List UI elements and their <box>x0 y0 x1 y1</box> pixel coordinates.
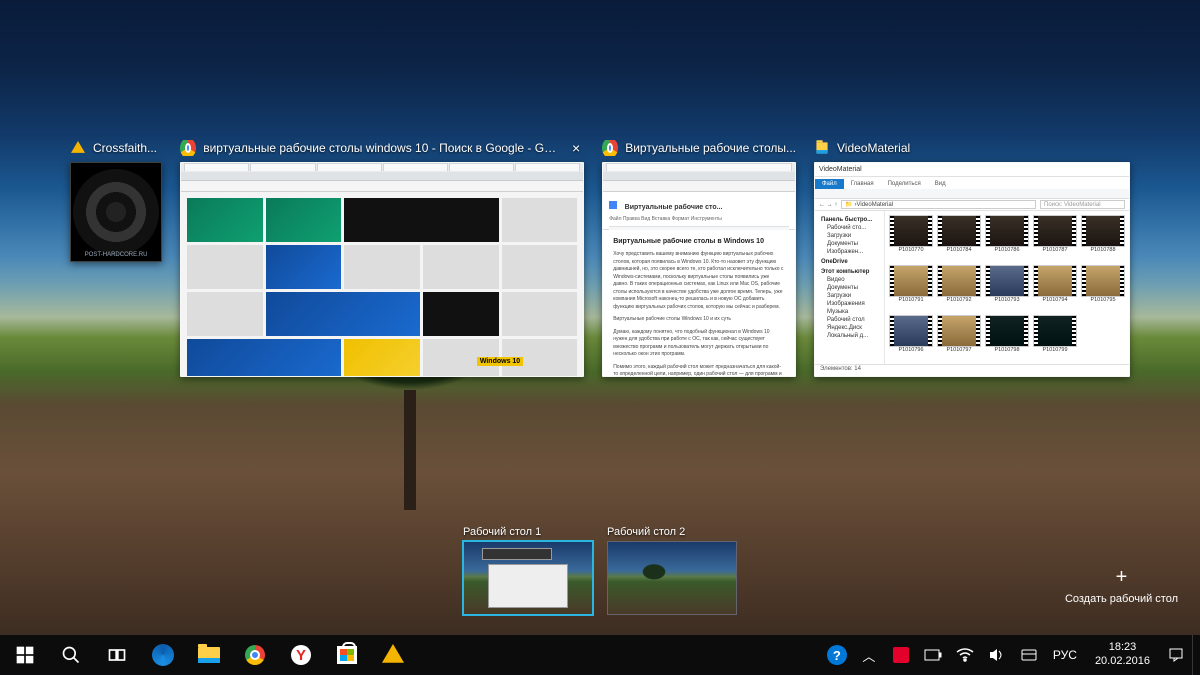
chrome-icon <box>602 140 618 156</box>
virtual-desktop-2[interactable]: Рабочий стол 2 <box>607 526 737 615</box>
taskview-window-aimp[interactable]: Crossfaith... POST-HARDCORE.RU <box>70 140 162 262</box>
file-item[interactable]: P1010792 <box>937 265 981 313</box>
tray-help-icon[interactable]: ? <box>821 635 853 675</box>
ribbon-tab-home[interactable]: Главная <box>844 179 881 189</box>
close-icon[interactable]: × <box>568 140 584 156</box>
taskview-window-chrome-docs[interactable]: Виртуальные рабочие столы... Виртуальные… <box>602 140 796 377</box>
doc-title: Виртуальные рабочие сто... <box>625 204 723 211</box>
virtual-desktops-strip: Рабочий стол 1 Рабочий стол 2 <box>0 526 1200 615</box>
explorer-search[interactable]: Поиск: VideoMaterial <box>1040 200 1125 209</box>
doc-heading: Виртуальные рабочие столы в Windows 10 <box>613 238 785 245</box>
file-item[interactable]: P1010796 <box>889 315 933 363</box>
tray-wifi-icon[interactable] <box>949 635 981 675</box>
explorer-file-grid[interactable]: P1010770P1010784P1010786P1010787P1010788… <box>885 211 1129 364</box>
file-item[interactable]: P1010788 <box>1081 215 1125 263</box>
taskview-window-explorer[interactable]: VideoMaterial VideoMaterial Файл Главная… <box>814 140 1130 377</box>
file-item[interactable]: P1010793 <box>985 265 1029 313</box>
explorer-status: Элементов: 14 <box>815 364 1129 376</box>
tray-chevron-up-icon[interactable]: ︿ <box>853 635 885 675</box>
file-item[interactable]: P1010784 <box>937 215 981 263</box>
google-docs-icon <box>609 201 617 209</box>
taskbar-app-store[interactable] <box>324 635 370 675</box>
file-item[interactable]: P1010787 <box>1033 215 1077 263</box>
tray-volume-icon[interactable] <box>981 635 1013 675</box>
tray-clock[interactable]: 18:23 20.02.2016 <box>1085 641 1160 669</box>
taskbar-app-yandex[interactable]: Y <box>278 635 324 675</box>
taskbar-app-edge[interactable] <box>140 635 186 675</box>
file-item[interactable]: P1010798 <box>985 315 1029 363</box>
taskbar-app-explorer[interactable] <box>186 635 232 675</box>
file-item[interactable]: P1010795 <box>1081 265 1125 313</box>
window-title: Виртуальные рабочие столы... <box>625 141 796 155</box>
ribbon-tab-share[interactable]: Поделиться <box>881 179 928 189</box>
new-desktop-button[interactable]: + Создать рабочий стол <box>1065 566 1178 605</box>
taskview-window-chrome-search[interactable]: виртуальные рабочие столы windows 10 - П… <box>180 140 584 377</box>
task-view-button[interactable] <box>94 635 140 675</box>
window-title: Crossfaith... <box>93 141 157 155</box>
window-title: виртуальные рабочие столы windows 10 - П… <box>203 141 561 155</box>
file-item[interactable]: P1010791 <box>889 265 933 313</box>
file-item[interactable]: P1010797 <box>937 315 981 363</box>
taskbar-app-chrome[interactable] <box>232 635 278 675</box>
tray-language[interactable]: РУС <box>1045 648 1085 662</box>
tray-battery-icon[interactable] <box>917 635 949 675</box>
tray-ticket-icon[interactable] <box>1013 635 1045 675</box>
file-item[interactable]: P1010770 <box>889 215 933 263</box>
plus-icon: + <box>1116 566 1128 589</box>
virtual-desktop-1[interactable]: Рабочий стол 1 <box>463 526 593 615</box>
taskbar: Y ? ︿ РУС 18:23 20.02.2016 <box>0 635 1200 675</box>
ribbon-tab-view[interactable]: Вид <box>928 179 953 189</box>
ribbon-tab-file[interactable]: Файл <box>815 179 844 189</box>
file-item[interactable]: P1010794 <box>1033 265 1077 313</box>
task-view-row: Crossfaith... POST-HARDCORE.RU виртуальн… <box>0 140 1200 377</box>
show-desktop-button[interactable] <box>1192 635 1198 675</box>
aimp-icon <box>70 140 86 156</box>
file-item[interactable]: P1010786 <box>985 215 1029 263</box>
folder-icon <box>814 140 830 156</box>
aimp-caption: POST-HARDCORE.RU <box>71 252 161 258</box>
taskbar-app-aimp[interactable] <box>370 635 416 675</box>
explorer-nav[interactable]: Панель быстро... Рабочий сто... Загрузки… <box>815 211 885 364</box>
action-center-icon[interactable] <box>1160 635 1192 675</box>
start-button[interactable] <box>2 635 48 675</box>
search-button[interactable] <box>48 635 94 675</box>
doc-menu: Файл Правка Вид Вставка Формат Инструмен… <box>609 216 789 222</box>
file-item[interactable]: P1010799 <box>1033 315 1077 363</box>
windows10-badge: Windows 10 <box>477 357 523 366</box>
tray-avira-icon[interactable] <box>885 635 917 675</box>
chrome-icon <box>180 140 196 156</box>
window-title: VideoMaterial <box>837 141 910 155</box>
